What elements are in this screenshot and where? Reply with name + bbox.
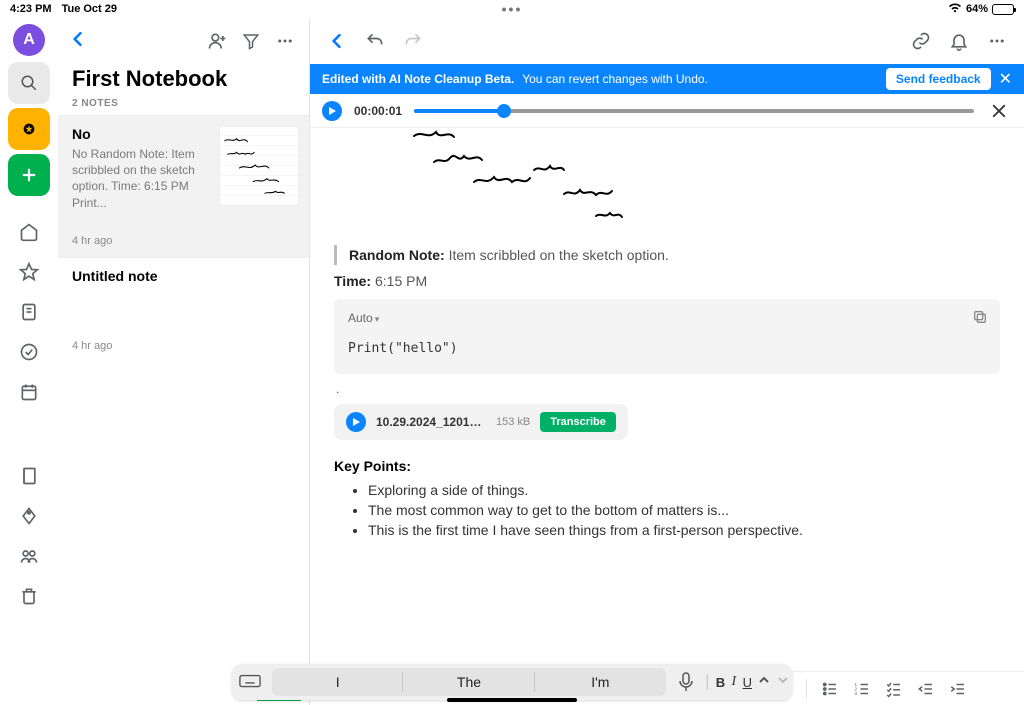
- list-more-icon[interactable]: [271, 27, 299, 55]
- code-language-select[interactable]: Auto▾: [348, 311, 379, 325]
- notebook-count: 2 NOTES: [58, 98, 309, 115]
- svg-text:3: 3: [854, 691, 857, 696]
- kb-bold-button[interactable]: B: [716, 675, 725, 690]
- code-copy-icon[interactable]: [972, 309, 988, 330]
- kb-down-icon[interactable]: [777, 673, 789, 691]
- note-body[interactable]: Random Note: Item scribbled on the sketc…: [310, 128, 1024, 671]
- list-item: This is the first time I have seen thing…: [368, 520, 1000, 540]
- note-thumbnail: [219, 126, 299, 206]
- filter-icon[interactable]: [237, 27, 265, 55]
- upgrade-button[interactable]: [8, 108, 50, 150]
- nav-home-icon[interactable]: [8, 214, 50, 250]
- nav-calendar-icon[interactable]: [8, 374, 50, 410]
- checklist-button[interactable]: [883, 680, 905, 698]
- time-value: 6:15 PM: [375, 273, 427, 289]
- dictation-icon[interactable]: [670, 672, 702, 692]
- note-list-panel: First Notebook 2 NOTES No No Random Note…: [58, 18, 310, 705]
- random-note-label: Random Note:: [349, 247, 445, 263]
- banner-text: You can revert changes with Undo.: [522, 72, 708, 86]
- predictive-suggestion[interactable]: I: [272, 668, 403, 696]
- keyboard-toggle-icon[interactable]: [232, 674, 268, 690]
- status-date: Tue Oct 29: [62, 3, 117, 15]
- predictive-suggestion[interactable]: The: [403, 668, 534, 696]
- kb-up-icon[interactable]: [758, 673, 770, 691]
- predictive-suggestion[interactable]: I'm: [535, 668, 666, 696]
- battery-icon: [992, 4, 1014, 15]
- note-title: Untitled note: [72, 268, 295, 284]
- send-feedback-button[interactable]: Send feedback: [886, 68, 991, 90]
- status-handle: •••: [345, 1, 680, 17]
- play-button[interactable]: [322, 101, 342, 121]
- status-bar: 4:23 PM Tue Oct 29 ••• 64%: [0, 0, 1024, 18]
- player-time: 00:00:01: [354, 104, 402, 118]
- key-points-title: Key Points:: [334, 458, 1000, 474]
- reminder-icon[interactable]: [946, 28, 972, 54]
- undo-button[interactable]: [362, 28, 388, 54]
- predictive-bar: I The I'm: [272, 668, 666, 696]
- nav-trash-icon[interactable]: [8, 578, 50, 614]
- audio-play-icon[interactable]: [346, 412, 366, 432]
- note-time: 4 hr ago: [72, 340, 295, 352]
- audio-player-bar: 00:00:01: [310, 94, 1024, 128]
- dot: .: [336, 382, 1000, 396]
- sketch-drawing: [364, 128, 1000, 239]
- editor-back-button[interactable]: [324, 28, 350, 54]
- transcribe-button[interactable]: Transcribe: [540, 412, 616, 432]
- nav-tags-icon[interactable]: [8, 498, 50, 534]
- share-icon[interactable]: [203, 27, 231, 55]
- list-item: The most common way to get to the bottom…: [368, 500, 1000, 520]
- status-time: 4:23 PM: [10, 3, 52, 15]
- nav-shared-icon[interactable]: [8, 538, 50, 574]
- random-note-block: Random Note: Item scribbled on the sketc…: [334, 245, 1000, 265]
- nav-star-icon[interactable]: [8, 254, 50, 290]
- time-line: Time: 6:15 PM: [334, 273, 1000, 289]
- notebook-title: First Notebook: [58, 64, 309, 98]
- note-card[interactable]: Untitled note 4 hr ago: [58, 257, 309, 362]
- note-preview: No Random Note: Item scribbled on the sk…: [72, 146, 212, 211]
- indent-button[interactable]: [947, 680, 969, 698]
- new-note-button[interactable]: [8, 154, 50, 196]
- code-block[interactable]: Auto▾ Print("hello"): [334, 299, 1000, 374]
- random-note-text: Item scribbled on the sketch option.: [449, 247, 669, 263]
- audio-filename: 10.29.2024_120130P...: [376, 415, 486, 429]
- search-button[interactable]: [8, 62, 50, 104]
- nav-rail: A: [0, 18, 58, 705]
- code-content: Print("hello"): [348, 341, 986, 356]
- note-link-icon[interactable]: [908, 28, 934, 54]
- outdent-button[interactable]: [915, 680, 937, 698]
- account-avatar[interactable]: A: [13, 24, 45, 56]
- nav-notebooks-icon[interactable]: [8, 458, 50, 494]
- banner-close-icon[interactable]: ✕: [999, 69, 1012, 89]
- banner-title: Edited with AI Note Cleanup Beta.: [322, 72, 514, 86]
- list-item: Exploring a side of things.: [368, 480, 1000, 500]
- quick-format: | B I U: [702, 673, 792, 691]
- battery-percent: 64%: [966, 3, 988, 15]
- kb-underline-button[interactable]: U: [743, 675, 752, 690]
- ai-cleanup-banner: Edited with AI Note Cleanup Beta. You ca…: [310, 64, 1024, 94]
- editor-panel: Edited with AI Note Cleanup Beta. You ca…: [310, 18, 1024, 705]
- key-points-list: Exploring a side of things. The most com…: [334, 480, 1000, 540]
- nav-notes-icon[interactable]: [8, 294, 50, 330]
- player-track[interactable]: [414, 109, 974, 113]
- audio-attachment[interactable]: 10.29.2024_120130P... 153 kB Transcribe: [334, 404, 628, 440]
- nav-tasks-icon[interactable]: [8, 334, 50, 370]
- list-back-button[interactable]: [68, 29, 88, 54]
- redo-button: [400, 28, 426, 54]
- time-label: Time:: [334, 273, 371, 289]
- note-time: 4 hr ago: [72, 235, 295, 247]
- editor-more-icon[interactable]: [984, 28, 1010, 54]
- vdiv: |: [705, 673, 709, 691]
- player-close-icon[interactable]: [986, 98, 1012, 124]
- bullet-list-button[interactable]: [819, 680, 841, 698]
- note-card[interactable]: No No Random Note: Item scribbled on the…: [58, 115, 309, 257]
- home-indicator: [447, 698, 577, 702]
- wifi-icon: [948, 3, 962, 16]
- kb-italic-button[interactable]: I: [732, 674, 737, 690]
- number-list-button[interactable]: 123: [851, 680, 873, 698]
- audio-size: 153 kB: [496, 416, 530, 428]
